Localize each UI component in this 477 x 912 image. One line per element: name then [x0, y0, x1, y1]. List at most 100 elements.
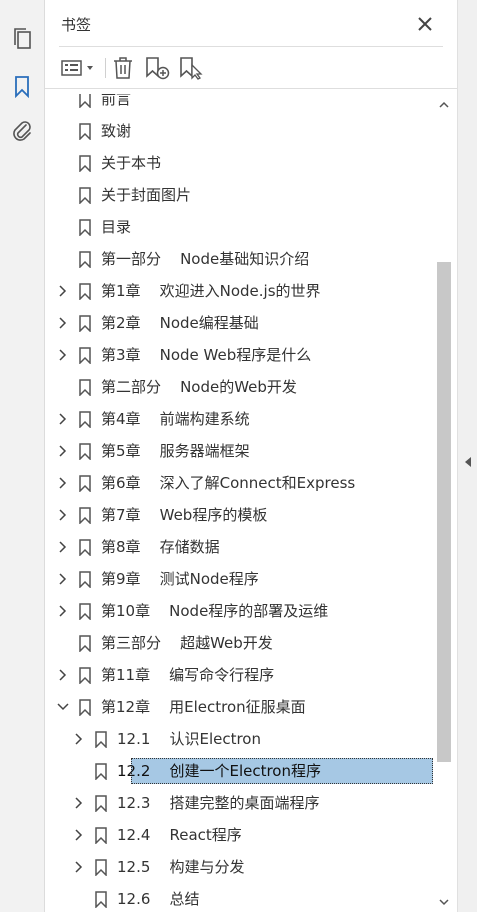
bookmark-label: 第二部分 Node的Web开发	[101, 378, 297, 396]
bookmark-row[interactable]: 第10章 Node程序的部署及运维	[45, 595, 435, 627]
bookmark-row[interactable]: 第9章 测试Node程序	[45, 563, 435, 595]
bookmark-row[interactable]: 12.6 总结	[45, 883, 435, 912]
bookmark-label: 第12章 用Electron征服桌面	[101, 698, 306, 716]
bookmark-label: 目录	[101, 218, 132, 236]
bookmarks-toolbar	[45, 52, 457, 84]
delete-bookmark-button[interactable]	[111, 56, 135, 80]
chevron-up-icon	[439, 101, 449, 108]
bookmark-icon	[78, 346, 92, 364]
bookmark-from-selection-button[interactable]	[179, 56, 205, 80]
bookmark-row[interactable]: 第三部分 超越Web开发	[45, 627, 435, 659]
bookmark-icon[interactable]	[9, 74, 35, 100]
chevron-right-icon[interactable]	[56, 444, 70, 458]
chevron-right-icon[interactable]	[56, 508, 70, 522]
bookmark-label: 12.4 React程序	[117, 826, 242, 844]
chevron-right-icon[interactable]	[56, 316, 70, 330]
bookmark-row[interactable]: 第二部分 Node的Web开发	[45, 371, 435, 403]
navigation-rail	[0, 0, 45, 912]
chevron-right-icon[interactable]	[72, 828, 86, 842]
bookmark-row[interactable]: 第8章 存储数据	[45, 531, 435, 563]
bookmark-row[interactable]: 第12章 用Electron征服桌面	[45, 691, 435, 723]
bookmark-icon	[94, 826, 108, 844]
chevron-right-icon[interactable]	[56, 668, 70, 682]
chevron-right-icon[interactable]	[56, 412, 70, 426]
chevron-right-icon[interactable]	[56, 476, 70, 490]
bookmark-icon	[78, 94, 92, 108]
toolbar-separator	[105, 58, 106, 78]
bookmark-label: 第三部分 超越Web开发	[101, 634, 273, 652]
bookmark-label: 第一部分 Node基础知识介绍	[101, 250, 310, 268]
bookmark-row[interactable]: 关于封面图片	[45, 179, 435, 211]
bookmark-icon	[78, 570, 92, 588]
bookmark-label: 12.2 创建一个Electron程序	[117, 762, 321, 780]
bookmark-label: 第1章 欢迎进入Node.js的世界	[101, 282, 321, 300]
bookmark-label: 12.3 搭建完整的桌面端程序	[117, 794, 320, 812]
bookmark-label: 前言	[101, 94, 132, 108]
chevron-right-icon[interactable]	[56, 284, 70, 298]
attachment-icon[interactable]	[9, 118, 35, 144]
bookmark-label: 关于本书	[101, 154, 162, 172]
caret-left-icon	[465, 457, 471, 467]
bookmark-icon	[94, 730, 108, 748]
pages-icon[interactable]	[9, 26, 35, 52]
bookmark-label: 关于封面图片	[101, 186, 192, 204]
options-menu-button[interactable]	[61, 56, 97, 80]
bookmark-icon	[78, 666, 92, 684]
bookmark-row[interactable]: 12.2 创建一个Electron程序	[45, 755, 435, 787]
bookmark-icon	[94, 794, 108, 812]
bookmark-icon	[78, 186, 92, 204]
bookmark-icon	[78, 282, 92, 300]
bookmark-icon	[78, 474, 92, 492]
chevron-right-icon[interactable]	[56, 604, 70, 618]
bookmark-icon	[78, 634, 92, 652]
chevron-right-icon[interactable]	[72, 860, 86, 874]
close-panel-button[interactable]	[413, 12, 437, 36]
scroll-up-button[interactable]	[437, 98, 451, 112]
bookmark-row[interactable]: 第一部分 Node基础知识介绍	[45, 243, 435, 275]
chevron-right-icon[interactable]	[56, 540, 70, 554]
bookmark-label: 12.6 总结	[117, 890, 200, 908]
collapse-panel-button[interactable]	[462, 454, 474, 470]
bookmark-row[interactable]: 第2章 Node编程基础	[45, 307, 435, 339]
bookmark-row[interactable]: 第3章 Node Web程序是什么	[45, 339, 435, 371]
bookmark-row[interactable]: 12.1 认识Electron	[45, 723, 435, 755]
bookmark-row[interactable]: 第11章 编写命令行程序	[45, 659, 435, 691]
bookmark-icon	[78, 506, 92, 524]
bookmark-row[interactable]: 前言	[45, 94, 435, 115]
bookmark-icon	[78, 698, 92, 716]
new-bookmark-icon	[146, 57, 170, 80]
bookmark-label: 第2章 Node编程基础	[101, 314, 259, 332]
scroll-down-button[interactable]	[437, 895, 451, 909]
delete-bookmark-icon	[114, 57, 132, 79]
chevron-right-icon[interactable]	[56, 572, 70, 586]
scrollbar-thumb[interactable]	[437, 262, 451, 762]
bookmark-row[interactable]: 关于本书	[45, 147, 435, 179]
bookmark-row[interactable]: 第4章 前端构建系统	[45, 403, 435, 435]
bookmark-icon	[94, 890, 108, 908]
bookmark-row[interactable]: 第1章 欢迎进入Node.js的世界	[45, 275, 435, 307]
title-divider	[59, 46, 443, 47]
bookmark-row[interactable]: 12.3 搭建完整的桌面端程序	[45, 787, 435, 819]
bookmark-from-selection-icon	[180, 57, 203, 80]
chevron-down-icon[interactable]	[56, 700, 70, 714]
chevron-right-icon[interactable]	[56, 348, 70, 362]
bookmark-label: 第8章 存储数据	[101, 538, 220, 556]
new-bookmark-button[interactable]	[145, 56, 171, 80]
bookmark-row[interactable]: 致谢	[45, 115, 435, 147]
bookmark-label: 12.1 认识Electron	[117, 730, 261, 748]
bookmark-icon	[94, 762, 108, 780]
chevron-right-icon[interactable]	[72, 732, 86, 746]
bookmark-row[interactable]: 第5章 服务器端框架	[45, 435, 435, 467]
bookmark-row[interactable]: 12.5 构建与分发	[45, 851, 435, 883]
chevron-right-icon[interactable]	[72, 796, 86, 810]
bookmark-row[interactable]: 第6章 深入了解Connect和Express	[45, 467, 435, 499]
options-menu-icon	[61, 60, 93, 76]
bookmark-row[interactable]: 第7章 Web程序的模板	[45, 499, 435, 531]
bookmark-label: 12.5 构建与分发	[117, 858, 245, 876]
bookmark-row[interactable]: 12.4 React程序	[45, 819, 435, 851]
bookmark-row[interactable]: 目录	[45, 211, 435, 243]
bookmark-icon	[78, 602, 92, 620]
bookmark-icon	[78, 218, 92, 236]
panel-title: 书签	[61, 16, 92, 34]
bookmark-icon	[78, 250, 92, 268]
